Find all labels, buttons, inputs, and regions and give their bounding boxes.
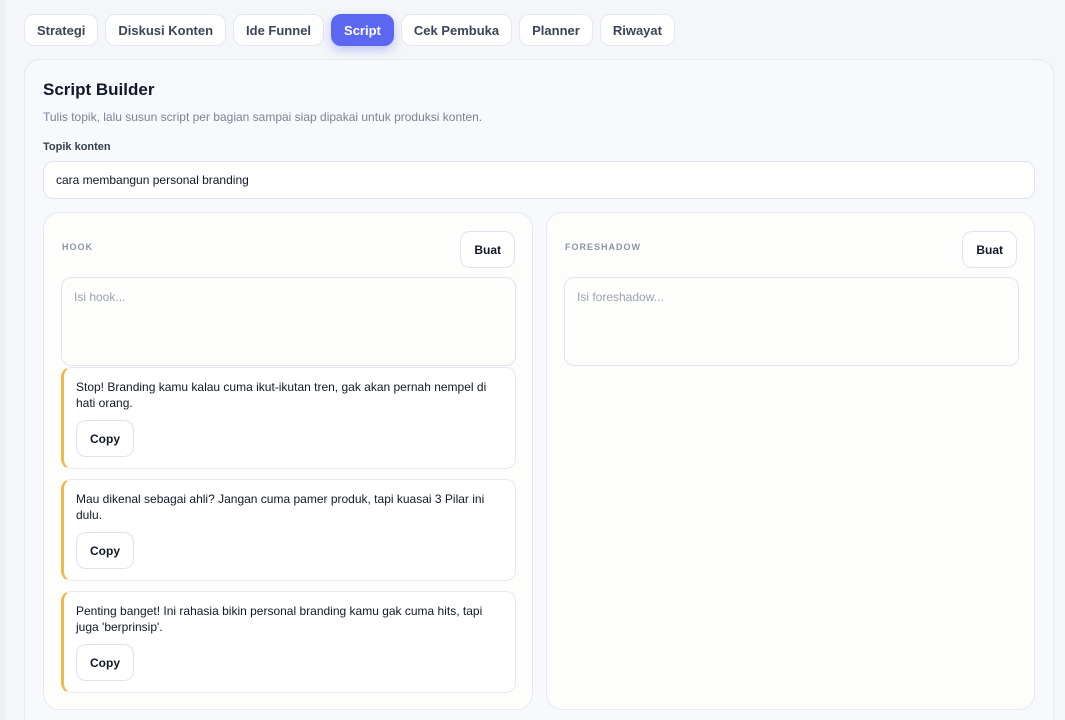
hook-textarea[interactable] <box>61 277 516 366</box>
hook-suggestion-card: Penting banget! Ini rahasia bikin person… <box>61 591 516 693</box>
copy-button[interactable]: Copy <box>76 644 134 681</box>
foreshadow-generate-button[interactable]: Buat <box>962 231 1017 268</box>
tab-bar: Strategi Diskusi Konten Ide Funnel Scrip… <box>24 14 675 46</box>
hook-suggestion-text: Stop! Branding kamu kalau cuma ikut-ikut… <box>76 380 487 410</box>
tab-script[interactable]: Script <box>331 14 394 46</box>
script-builder-card: Script Builder Tulis topik, lalu susun s… <box>24 59 1054 720</box>
hook-suggestion-card: Mau dikenal sebagai ahli? Jangan cuma pa… <box>61 479 516 581</box>
tab-riwayat[interactable]: Riwayat <box>599 14 675 46</box>
foreshadow-textarea[interactable] <box>564 277 1019 366</box>
hook-suggestion-text: Mau dikenal sebagai ahli? Jangan cuma pa… <box>76 492 485 522</box>
foreshadow-label: FORESHADOW <box>565 242 641 252</box>
hook-suggestions: Stop! Branding kamu kalau cuma ikut-ikut… <box>61 367 516 703</box>
tab-diskusi-konten[interactable]: Diskusi Konten <box>105 14 227 46</box>
page: Strategi Diskusi Konten Ide Funnel Scrip… <box>0 0 1065 720</box>
tab-ide-funnel[interactable]: Ide Funnel <box>233 14 325 46</box>
tab-strategi[interactable]: Strategi <box>24 14 99 46</box>
copy-button[interactable]: Copy <box>76 420 134 457</box>
foreshadow-panel: FORESHADOW Buat <box>546 212 1035 710</box>
tab-planner[interactable]: Planner <box>519 14 593 46</box>
hook-label: HOOK <box>62 242 93 252</box>
tab-cek-pembuka[interactable]: Cek Pembuka <box>400 14 513 46</box>
left-edge <box>0 0 6 720</box>
hook-suggestion-card: Stop! Branding kamu kalau cuma ikut-ikut… <box>61 367 516 469</box>
hook-panel: HOOK Buat Stop! Branding kamu kalau cuma… <box>43 212 533 710</box>
topic-label: Topik konten <box>43 141 111 153</box>
page-title: Script Builder <box>43 80 155 99</box>
copy-button[interactable]: Copy <box>76 532 134 569</box>
topic-input[interactable] <box>43 161 1035 199</box>
hook-generate-button[interactable]: Buat <box>460 231 515 268</box>
hook-suggestion-text: Penting banget! Ini rahasia bikin person… <box>76 604 483 634</box>
page-description: Tulis topik, lalu susun script per bagia… <box>43 110 483 124</box>
